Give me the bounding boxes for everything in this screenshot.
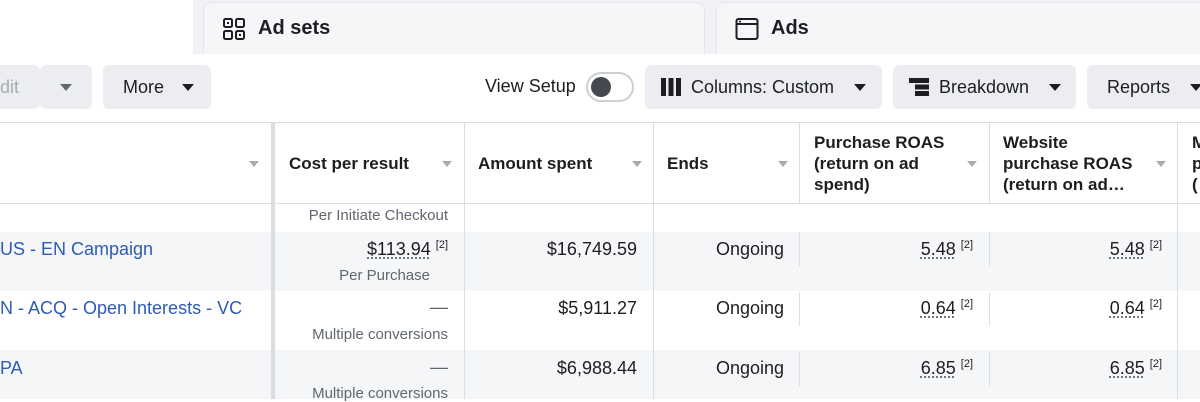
header-line: Purchase ROAS (814, 132, 944, 153)
cost-sub-label: Per Initiate Checkout (275, 207, 448, 224)
ends-cell: Ongoing (654, 358, 784, 379)
view-setup-toggle[interactable] (586, 72, 634, 102)
cost-per-result-value: — (275, 297, 448, 318)
header-label: Purchase ROAS (return on ad spend) (814, 132, 944, 195)
footnote-marker: [2] (1150, 358, 1162, 370)
header-cut-off-column[interactable]: M p ( (1178, 123, 1200, 203)
campaigns-tab-active-area[interactable] (0, 0, 193, 54)
campaign-name-link[interactable]: N - ACQ - Open Interests - VC (0, 298, 242, 319)
sort-caret-icon (632, 161, 642, 167)
header-line: purchase ROAS (1003, 153, 1132, 174)
ad-window-icon (735, 17, 759, 41)
header-line: (return on ad… (1003, 174, 1132, 195)
tab-ad-sets-label: Ad sets (258, 17, 330, 40)
header-line: ( (1192, 174, 1200, 195)
ends-cell: Ongoing (654, 239, 784, 260)
breakdown-button[interactable]: Breakdown (893, 65, 1076, 109)
sort-caret-icon (967, 161, 977, 167)
header-amount-spent[interactable]: Amount spent (465, 123, 653, 203)
website-roas-value[interactable]: 0.64 (1110, 298, 1145, 318)
purchase-roas-value[interactable]: 5.48 (921, 239, 956, 259)
sort-caret-icon (1156, 161, 1166, 167)
tab-ad-sets[interactable]: Ad sets (203, 2, 705, 54)
caret-down-icon (60, 84, 72, 91)
header-label: Ends (667, 153, 709, 174)
header-ends[interactable]: Ends (654, 123, 799, 203)
cost-per-result-value[interactable]: $113.94 (367, 239, 431, 259)
purchase-roas-cell: 0.64 [2] (800, 298, 973, 319)
breakdown-icon (909, 78, 929, 96)
amount-spent-cell: $6,988.44 (465, 358, 637, 379)
cost-sub-label: Per Purchase (275, 267, 430, 284)
header-website-purchase-roas[interactable]: Website purchase ROAS (return on ad… (990, 123, 1177, 203)
cost-per-result-cell: $113.94 [2] (275, 239, 448, 260)
website-roas-cell: 0.64 [2] (990, 298, 1162, 319)
header-label: Cost per result (289, 153, 409, 174)
cost-per-result-value: — (275, 357, 448, 378)
website-roas-cell: 5.48 [2] (990, 239, 1162, 260)
columns-button[interactable]: Columns: Custom (645, 65, 882, 109)
header-label: M p ( (1192, 132, 1200, 195)
website-roas-cell: 6.85 [2] (990, 358, 1162, 379)
footnote-marker: [2] (1150, 239, 1162, 251)
tab-ads-label: Ads (771, 17, 809, 40)
caret-down-icon (1190, 84, 1200, 91)
columns-icon (661, 78, 681, 96)
purchase-roas-value[interactable]: 0.64 (921, 298, 956, 318)
breakdown-button-label: Breakdown (939, 77, 1029, 98)
grid-icon (222, 17, 246, 41)
sort-caret-icon (778, 161, 788, 167)
purchase-roas-cell: 6.85 [2] (800, 358, 973, 379)
header-purchase-roas[interactable]: Purchase ROAS (return on ad spend) (800, 123, 989, 203)
footnote-marker: [2] (961, 298, 973, 310)
campaign-name-link[interactable]: PA (0, 358, 23, 379)
sort-caret-icon (442, 161, 452, 167)
view-setup-label: View Setup (485, 76, 576, 97)
sort-caret-icon (249, 161, 259, 167)
footnote-marker: [2] (1150, 298, 1162, 310)
amount-spent-cell: $16,749.59 (465, 239, 637, 260)
tab-ads[interactable]: Ads (716, 2, 1200, 54)
caret-down-icon (182, 84, 194, 91)
footnote-marker: [2] (961, 239, 973, 251)
toggle-knob (591, 77, 611, 97)
footnote-marker: [2] (436, 239, 448, 251)
purchase-roas-value[interactable]: 6.85 (921, 358, 956, 378)
reports-button[interactable]: Reports (1087, 65, 1200, 109)
header-line: Website (1003, 132, 1132, 153)
footnote-marker: [2] (961, 358, 973, 370)
reports-button-label: Reports (1107, 77, 1170, 98)
header-label: Website purchase ROAS (return on ad… (1003, 132, 1132, 195)
header-label: Amount spent (478, 153, 592, 174)
edit-button-label: dit (0, 77, 19, 98)
header-cost-per-result[interactable]: Cost per result (275, 123, 464, 203)
cost-sub-label: Multiple conversions (275, 385, 448, 402)
header-line: M (1192, 132, 1200, 153)
website-roas-value[interactable]: 5.48 (1110, 239, 1145, 259)
cost-sub-label: Multiple conversions (275, 326, 448, 343)
header-line: (return on ad (814, 153, 944, 174)
caret-down-icon (854, 84, 866, 91)
header-line: p (1192, 153, 1200, 174)
columns-button-label: Columns: Custom (691, 77, 834, 98)
edit-dropdown-button[interactable] (40, 65, 92, 109)
more-button-label: More (123, 77, 164, 98)
more-button[interactable]: More (103, 65, 211, 109)
header-line: spend) (814, 174, 944, 195)
campaign-name-link[interactable]: US - EN Campaign (0, 239, 153, 260)
ends-cell: Ongoing (654, 298, 784, 319)
table-header-border (0, 203, 1200, 204)
website-roas-value[interactable]: 6.85 (1110, 358, 1145, 378)
purchase-roas-cell: 5.48 [2] (800, 239, 973, 260)
header-campaign-name[interactable] (0, 123, 271, 203)
amount-spent-cell: $5,911.27 (465, 298, 637, 319)
edit-button[interactable]: dit (0, 65, 40, 109)
caret-down-icon (1049, 84, 1061, 91)
